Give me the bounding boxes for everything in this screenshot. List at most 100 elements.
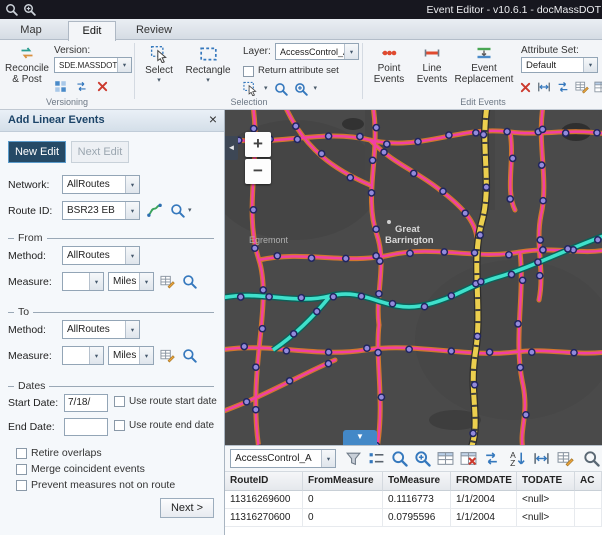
dropdown-arrow-icon[interactable]: ▾ — [139, 347, 153, 364]
dropdown-arrow-icon[interactable]: ▾ — [125, 321, 139, 338]
magnifier-plus-icon[interactable] — [23, 3, 36, 16]
zoom-out-button[interactable]: − — [245, 159, 271, 184]
dropdown-arrow-icon[interactable]: ▾ — [125, 176, 139, 193]
selection-list-icon[interactable] — [368, 450, 385, 467]
chevron-down-icon[interactable]: ▾ — [314, 86, 318, 92]
dropdown-arrow-icon[interactable]: ▾ — [89, 273, 103, 290]
dropdown-arrow-icon[interactable]: ▾ — [125, 247, 139, 264]
pan-to-selection-icon[interactable] — [294, 82, 308, 96]
layer-combobox[interactable]: AccessControl_A ▾ — [275, 43, 359, 60]
zoom-in-button[interactable]: + — [245, 132, 271, 157]
close-icon[interactable]: × — [209, 111, 217, 127]
line-events-button[interactable]: Line Events — [413, 45, 451, 85]
table-cell[interactable]: 0.1116773 — [383, 491, 451, 509]
event-replacement-button[interactable]: Event Replacement — [453, 45, 515, 85]
col-header-ac[interactable]: AC — [575, 472, 602, 491]
table-cell[interactable]: 0.0795596 — [383, 509, 451, 527]
filter-icon[interactable] — [345, 450, 362, 467]
zoom-to-selection-icon[interactable] — [391, 450, 408, 467]
delete-version-icon[interactable] — [96, 80, 109, 93]
route-zoom-icon[interactable] — [170, 203, 185, 218]
select-button[interactable]: Select ▾ — [141, 45, 177, 84]
table-cell[interactable] — [575, 509, 602, 527]
table-cell[interactable]: 0 — [303, 509, 383, 527]
chevron-down-icon[interactable]: ▾ — [188, 208, 192, 214]
magnifier-icon[interactable] — [5, 3, 18, 16]
measure-zoom-icon[interactable] — [182, 348, 197, 363]
next-button[interactable]: Next > — [160, 498, 214, 518]
field-tools-icon[interactable] — [575, 80, 589, 94]
next-edit-button[interactable]: Next Edit — [71, 141, 129, 163]
delete-event-icon[interactable] — [519, 81, 532, 94]
clear-selection-icon[interactable] — [460, 450, 477, 467]
open-table-icon[interactable] — [437, 450, 454, 467]
network-combobox[interactable]: AllRoutes ▾ — [62, 175, 140, 194]
to-measure-combobox[interactable]: ▾ — [62, 346, 104, 365]
switch-events-icon[interactable] — [556, 80, 570, 94]
table-cell[interactable]: 1/1/2004 — [451, 509, 517, 527]
reconcile-post-button[interactable]: Reconcile & Post — [2, 45, 52, 85]
tab-review[interactable]: Review — [126, 22, 182, 40]
to-measure-unit-combobox[interactable]: Miles ▾ — [108, 346, 154, 365]
start-date-input[interactable]: 7/18/ — [64, 394, 108, 412]
search-icon[interactable] — [583, 450, 600, 467]
dropdown-arrow-icon[interactable]: ▾ — [139, 273, 153, 290]
chevron-down-icon[interactable]: ▾ — [264, 86, 268, 92]
col-header-fromdate[interactable]: FROMDATE — [451, 472, 517, 491]
dropdown-arrow-icon[interactable]: ▾ — [89, 347, 103, 364]
dropdown-arrow-icon[interactable]: ▾ — [125, 202, 139, 219]
use-route-end-checkbox[interactable] — [114, 420, 125, 431]
tab-map[interactable]: Map — [6, 22, 56, 40]
measure-zoom-icon[interactable] — [182, 274, 197, 289]
point-events-button[interactable]: Point Events — [369, 45, 409, 85]
end-date-input[interactable] — [64, 418, 108, 436]
tab-edit[interactable]: Edit — [68, 21, 116, 41]
magnify-plus-icon[interactable] — [414, 450, 431, 467]
versions-icon[interactable] — [54, 80, 67, 93]
select-features-icon[interactable] — [243, 81, 258, 96]
collapse-down-icon[interactable]: ▼ — [343, 430, 377, 445]
version-combobox[interactable]: SDE.MASSDOT_editor1 ▾ — [54, 57, 132, 73]
prevent-measures-checkbox[interactable] — [16, 480, 27, 491]
col-header-todate[interactable]: TODATE — [517, 472, 575, 491]
switch-selection-icon[interactable] — [483, 450, 500, 467]
from-method-combobox[interactable]: AllRoutes ▾ — [62, 246, 140, 265]
table-cell[interactable]: 0 — [303, 491, 383, 509]
route-select-icon[interactable] — [147, 203, 162, 218]
new-edit-button[interactable]: New Edit — [8, 141, 66, 163]
field-settings-icon[interactable] — [557, 450, 574, 467]
col-header-frommeasure[interactable]: FromMeasure — [303, 472, 383, 491]
table-cell[interactable] — [575, 491, 602, 509]
table-layer-combobox[interactable]: AccessControl_A ▾ — [230, 449, 336, 468]
col-header-tomeasure[interactable]: ToMeasure — [383, 472, 451, 491]
measure-picker-icon[interactable] — [160, 348, 175, 363]
dropdown-arrow-icon[interactable]: ▾ — [344, 44, 358, 59]
table-cell[interactable]: 1/1/2004 — [451, 491, 517, 509]
use-route-start-checkbox[interactable] — [114, 396, 125, 407]
return-attribute-set-checkbox[interactable] — [243, 66, 254, 77]
map-canvas[interactable]: Egremont Great Barrington + − ◄ ▼ — [225, 110, 602, 445]
dropdown-arrow-icon[interactable]: ▾ — [117, 58, 131, 72]
collapse-left-icon[interactable]: ◄ — [225, 136, 238, 160]
to-method-combobox[interactable]: AllRoutes ▾ — [62, 320, 140, 339]
dropdown-arrow-icon[interactable]: ▾ — [583, 58, 597, 72]
extent-icon[interactable] — [533, 450, 550, 467]
measure-picker-icon[interactable] — [160, 274, 175, 289]
table-cell[interactable]: <null> — [517, 491, 575, 509]
events-table-icon[interactable] — [594, 80, 602, 94]
table-cell[interactable]: 11316269600 — [225, 491, 303, 509]
route-id-combobox[interactable]: BSR23 EB ▾ — [62, 201, 140, 220]
refresh-version-icon[interactable] — [75, 80, 88, 93]
attribute-set-combobox[interactable]: Default ▾ — [521, 57, 598, 73]
table-cell[interactable]: 11316270600 — [225, 509, 303, 527]
extent-icon[interactable] — [537, 80, 551, 94]
retire-overlaps-checkbox[interactable] — [16, 448, 27, 459]
sort-icon[interactable] — [509, 450, 526, 467]
merge-coincident-checkbox[interactable] — [16, 464, 27, 475]
dropdown-arrow-icon[interactable]: ▾ — [321, 450, 335, 467]
rectangle-button[interactable]: Rectangle ▾ — [182, 45, 234, 84]
from-measure-combobox[interactable]: ▾ — [62, 272, 104, 291]
col-header-routeid[interactable]: RouteID — [225, 472, 303, 491]
zoom-to-selection-icon[interactable] — [274, 82, 288, 96]
from-measure-unit-combobox[interactable]: Miles ▾ — [108, 272, 154, 291]
